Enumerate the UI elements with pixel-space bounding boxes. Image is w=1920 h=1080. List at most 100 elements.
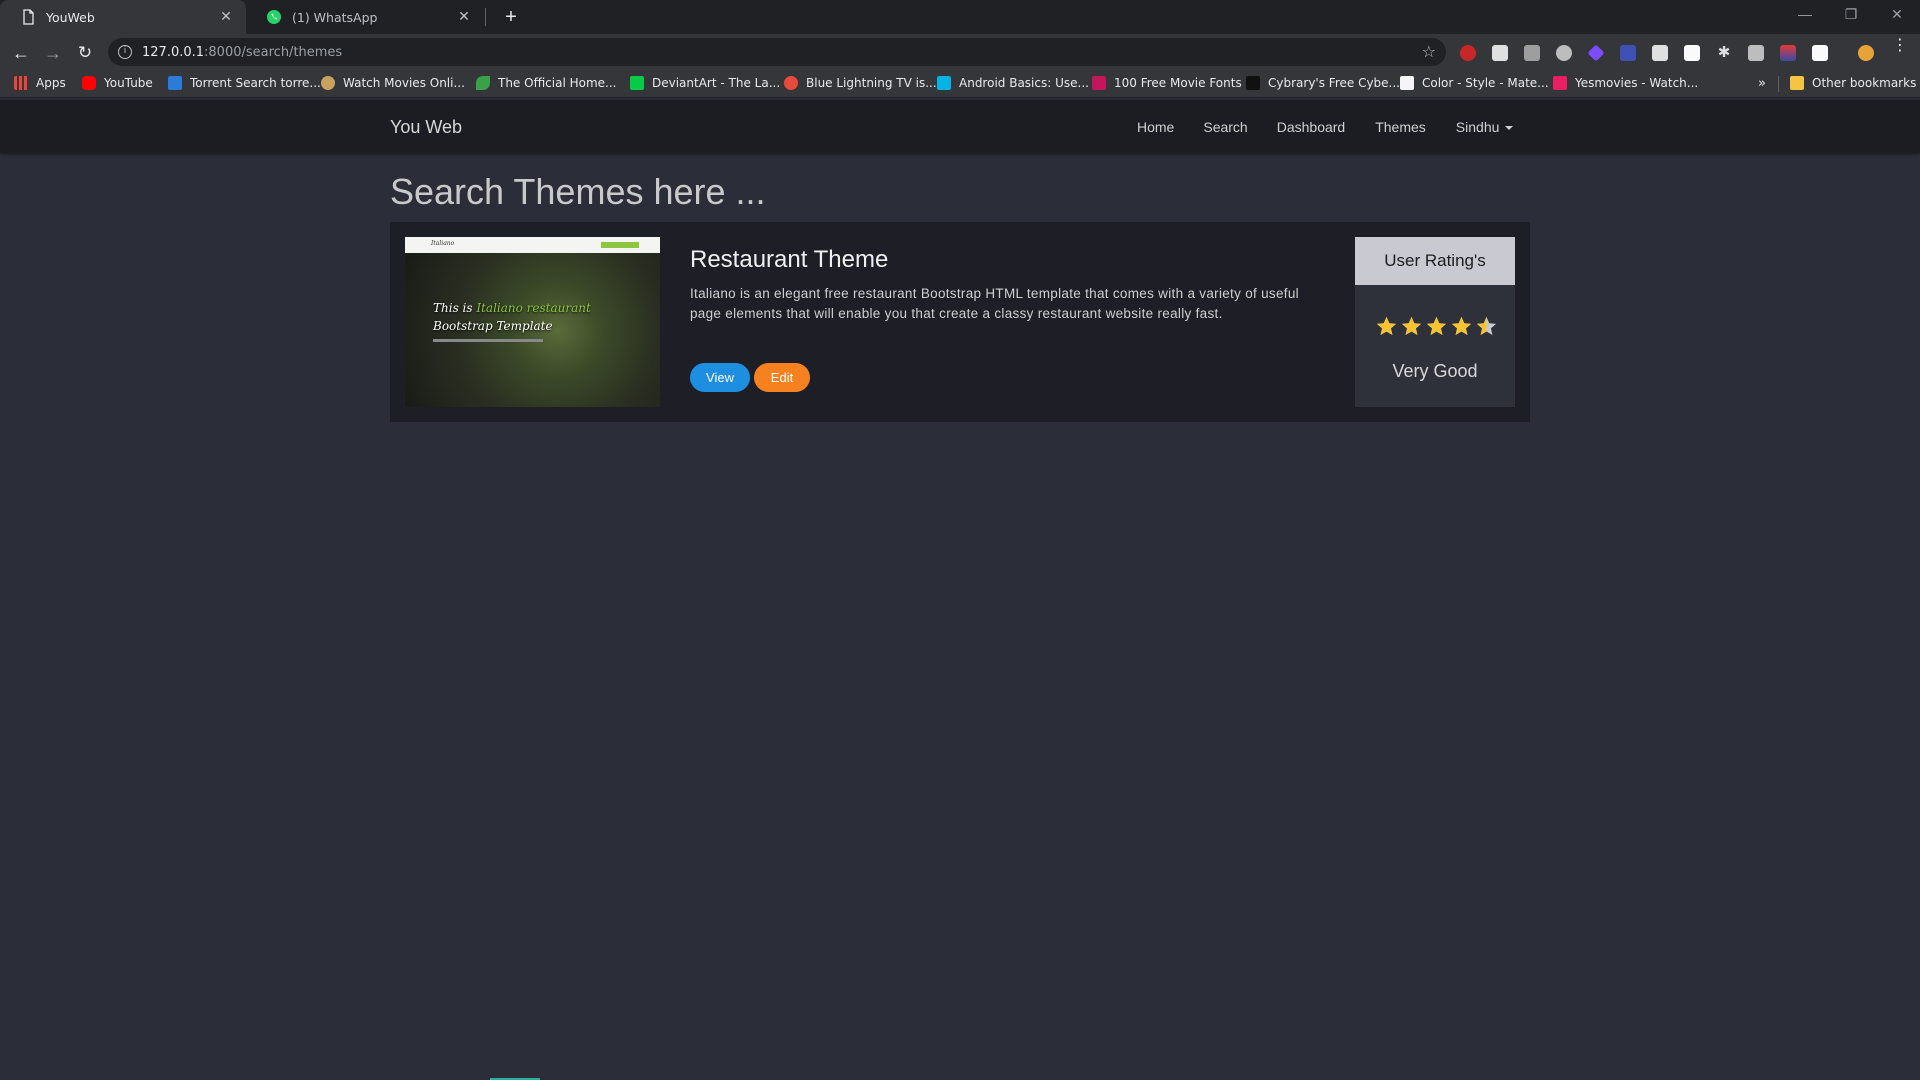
leaf-icon bbox=[476, 76, 490, 90]
star-icon bbox=[1476, 316, 1497, 336]
torrent-icon bbox=[168, 76, 182, 90]
forward-arrow-icon[interactable]: → bbox=[40, 40, 66, 66]
whatsapp-icon bbox=[267, 10, 281, 24]
minimize-icon[interactable]: — bbox=[1782, 0, 1828, 30]
close-tab-icon[interactable]: ✕ bbox=[456, 9, 472, 25]
yesmovies-icon bbox=[1553, 76, 1567, 90]
nav-home[interactable]: Home bbox=[1137, 119, 1174, 135]
deviantart-icon bbox=[630, 76, 644, 90]
tab-title: YouWeb bbox=[46, 9, 95, 25]
restore-icon[interactable]: ❐ bbox=[1828, 0, 1874, 30]
adblock-icon[interactable] bbox=[1460, 45, 1476, 61]
back-arrow-icon[interactable]: ← bbox=[8, 40, 34, 66]
bookmark-android-basics[interactable]: Android Basics: Use... bbox=[937, 76, 1089, 90]
gear-icon[interactable]: ✱ bbox=[1716, 45, 1732, 61]
star-rating bbox=[1375, 315, 1498, 338]
more-bookmarks-chevron-icon[interactable]: » bbox=[1758, 76, 1766, 91]
nav-user-dropdown[interactable]: Sindhu bbox=[1456, 119, 1514, 135]
extension-icon[interactable] bbox=[1492, 45, 1508, 61]
bookmark-cybrary[interactable]: Cybrary's Free Cybe... bbox=[1246, 76, 1400, 90]
bookmark-watch-movies[interactable]: Watch Movies Onli... bbox=[321, 76, 465, 90]
bookmark-movie-fonts[interactable]: 100 Free Movie Fonts bbox=[1092, 76, 1242, 90]
new-tab-button[interactable]: + bbox=[498, 4, 524, 30]
bookmark-deviantart[interactable]: DeviantArt - The La... bbox=[630, 76, 780, 90]
tab-title: (1) WhatsApp bbox=[292, 9, 378, 25]
youtube-icon bbox=[82, 76, 96, 90]
thumbnail-headline: This is Italiano restaurant Bootstrap Te… bbox=[433, 299, 591, 335]
extension-icon[interactable] bbox=[1652, 45, 1668, 61]
pocket-icon[interactable] bbox=[1556, 45, 1572, 61]
view-button[interactable]: View bbox=[690, 363, 750, 392]
thumbnail-logo: Italiano bbox=[431, 240, 455, 247]
extension-icon[interactable] bbox=[1780, 45, 1796, 61]
folder-icon bbox=[1790, 76, 1804, 90]
theme-thumbnail[interactable]: Italiano This is Italiano restaurant Boo… bbox=[405, 237, 660, 407]
extension-icon[interactable] bbox=[1620, 45, 1636, 61]
film-reel-icon bbox=[321, 76, 335, 90]
extension-icon[interactable] bbox=[1524, 45, 1540, 61]
close-tab-icon[interactable]: ✕ bbox=[218, 9, 234, 25]
cybrary-icon bbox=[1246, 76, 1260, 90]
nav-search[interactable]: Search bbox=[1203, 119, 1247, 135]
bookmark-other[interactable]: Other bookmarks bbox=[1790, 76, 1916, 90]
extension-icon[interactable] bbox=[1684, 45, 1700, 61]
material-icon bbox=[1400, 76, 1414, 90]
bookmark-label: YouTube bbox=[104, 76, 153, 90]
camera-icon[interactable] bbox=[1748, 45, 1764, 61]
nav-user-name: Sindhu bbox=[1455, 119, 1500, 135]
bookmark-label: Android Basics: Use... bbox=[959, 76, 1089, 90]
udacity-icon bbox=[937, 76, 951, 90]
bookmark-apps[interactable]: Apps bbox=[14, 76, 66, 90]
star-icon bbox=[1451, 316, 1472, 336]
url-path: :8000/search/themes bbox=[204, 44, 343, 60]
bookmark-label: Yesmovies - Watch... bbox=[1575, 76, 1699, 90]
bookmark-divider bbox=[1778, 76, 1779, 92]
bookmark-youtube[interactable]: YouTube bbox=[82, 76, 153, 90]
tab-strip: YouWeb ✕ (1) WhatsApp ✕ + — ❐ ✕ bbox=[0, 0, 1920, 34]
bookmark-label: DeviantArt - The La... bbox=[652, 76, 781, 90]
bookmark-label: Torrent Search torre... bbox=[190, 76, 321, 90]
bookmark-yesmovies[interactable]: Yesmovies - Watch... bbox=[1553, 76, 1698, 90]
theme-description: Italiano is an elegant free restaurant B… bbox=[690, 286, 1299, 321]
rating-label: Very Good bbox=[1392, 361, 1478, 381]
info-icon[interactable]: i bbox=[118, 45, 132, 59]
bookmark-label: 100 Free Movie Fonts bbox=[1114, 76, 1242, 90]
reload-icon[interactable]: ↻ bbox=[72, 40, 98, 66]
thumbnail-line1a: This is bbox=[433, 301, 477, 315]
bookmark-torrent[interactable]: Torrent Search torre... bbox=[168, 76, 321, 90]
menu-dots-icon[interactable]: ⋮ bbox=[1892, 38, 1908, 54]
bookmark-label: Watch Movies Onli... bbox=[343, 76, 465, 90]
star-icon bbox=[1376, 316, 1397, 336]
bookmark-star-icon[interactable]: ☆ bbox=[1422, 42, 1436, 61]
nav-themes[interactable]: Themes bbox=[1375, 119, 1426, 135]
bookmark-label: Blue Lightning TV is... bbox=[806, 76, 937, 90]
profile-avatar[interactable] bbox=[1856, 43, 1876, 63]
bookmark-material-color[interactable]: Color - Style - Mate... bbox=[1400, 76, 1549, 90]
thumbnail-line1b: Italiano restaurant bbox=[476, 301, 591, 315]
tab-youweb[interactable]: YouWeb ✕ bbox=[0, 0, 246, 34]
rating-header: User Rating's bbox=[1355, 237, 1515, 285]
bookmark-label: Other bookmarks bbox=[1812, 76, 1917, 90]
extension-icon[interactable] bbox=[1587, 44, 1605, 62]
caret-down-icon bbox=[1505, 126, 1514, 131]
bookmark-official-home[interactable]: The Official Home... bbox=[476, 76, 617, 90]
theme-card: Italiano This is Italiano restaurant Boo… bbox=[390, 222, 1530, 422]
theme-title: Restaurant Theme bbox=[690, 246, 889, 273]
star-icon bbox=[1426, 316, 1447, 336]
bookmark-blue-lightning[interactable]: Blue Lightning TV is... bbox=[784, 76, 937, 90]
edit-button[interactable]: Edit bbox=[754, 363, 810, 392]
bookmark-label: Color - Style - Mate... bbox=[1422, 76, 1549, 90]
thumbnail-button bbox=[601, 242, 639, 248]
bookmark-label: Cybrary's Free Cybe... bbox=[1268, 76, 1400, 90]
star-icon bbox=[1401, 316, 1422, 336]
extension-icon[interactable] bbox=[1812, 45, 1828, 61]
url-host: 127.0.0.1 bbox=[142, 44, 205, 60]
page-icon bbox=[23, 9, 34, 25]
tab-whatsapp[interactable]: (1) WhatsApp ✕ bbox=[246, 0, 484, 34]
address-bar[interactable]: i 127.0.0.1:8000/search/themes ☆ bbox=[108, 38, 1446, 66]
nav-links: Home Search Dashboard Themes Sindhu bbox=[1120, 119, 1514, 135]
close-window-icon[interactable]: ✕ bbox=[1874, 0, 1920, 30]
apps-grid-icon bbox=[14, 76, 28, 90]
nav-dashboard[interactable]: Dashboard bbox=[1277, 119, 1346, 135]
site-brand[interactable]: You Web bbox=[390, 117, 462, 138]
